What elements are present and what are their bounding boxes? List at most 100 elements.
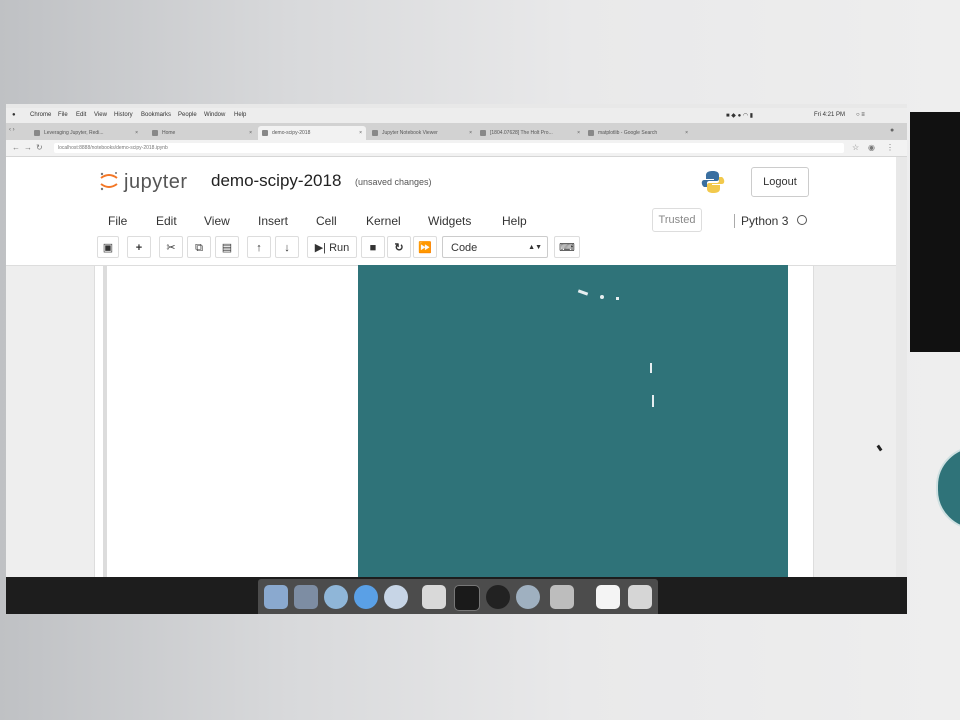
menu-kernel[interactable]: Kernel	[366, 214, 401, 228]
document-icon[interactable]	[596, 585, 620, 609]
tab-favicon-icon	[34, 130, 40, 136]
cell-type-value: Code	[451, 242, 478, 254]
trusted-badge[interactable]: Trusted	[652, 208, 702, 232]
browser-tab-active[interactable]: demo-scipy-2018 ×	[258, 126, 366, 140]
restart-icon: ↻	[394, 242, 404, 254]
move-up-button[interactable]: ↑	[247, 236, 271, 258]
browser-tab[interactable]: matplotlib - Google Search ×	[584, 126, 692, 140]
kernel-name: Python 3	[734, 214, 788, 228]
python-logo-icon	[701, 171, 725, 193]
close-icon[interactable]: ×	[469, 126, 472, 140]
menubar-item[interactable]: Edit	[76, 112, 86, 118]
spotlight-icon[interactable]: ○ ≡	[856, 112, 865, 118]
plot-mark	[652, 395, 654, 407]
menubar-item[interactable]: View	[94, 112, 107, 118]
finder-icon[interactable]	[264, 585, 288, 609]
close-icon[interactable]: ×	[359, 126, 362, 140]
browser-menu-icon[interactable]: ⋮	[886, 143, 894, 152]
keyboard-icon: ⌨	[559, 242, 575, 254]
cell-type-select[interactable]: Code ▲▼	[442, 236, 548, 258]
notebook-title[interactable]: demo-scipy-2018	[211, 171, 341, 191]
tab-favicon-icon	[372, 130, 378, 136]
jupyter-wordmark[interactable]: jupyter	[124, 171, 188, 194]
spotify-icon[interactable]	[486, 585, 510, 609]
close-icon[interactable]: ×	[249, 126, 252, 140]
trash-icon[interactable]	[628, 585, 652, 609]
mac-menubar: ● Chrome File Edit View History Bookmark…	[6, 108, 907, 123]
save-button[interactable]: ▣	[97, 236, 119, 258]
menubar-item[interactable]: File	[58, 112, 68, 118]
run-button[interactable]: ▶| Run	[307, 236, 357, 258]
paste-icon: ▤	[221, 242, 233, 254]
reload-icon[interactable]: ↻	[36, 143, 43, 152]
menu-file[interactable]: File	[108, 214, 127, 228]
launchpad-icon[interactable]	[294, 585, 318, 609]
extension-icon[interactable]: ◉	[868, 143, 875, 152]
command-palette-button[interactable]: ⌨	[554, 236, 580, 258]
browser-tab[interactable]: [1804.07628] The Holt Pro... ×	[476, 126, 584, 140]
browser-tab[interactable]: Leveraging Jupyter, Redi... ×	[30, 126, 142, 140]
logout-button[interactable]: Logout	[751, 167, 809, 197]
profile-icon[interactable]: ●	[890, 127, 894, 134]
insert-cell-button[interactable]: +	[127, 236, 151, 258]
url-field[interactable]: localhost:8888/notebooks/demo-scipy-2018…	[54, 143, 844, 153]
menu-insert[interactable]: Insert	[258, 214, 288, 228]
bookmark-star-icon[interactable]: ☆	[852, 143, 859, 152]
compass-icon[interactable]	[384, 585, 408, 609]
apple-icon[interactable]: ●	[12, 112, 16, 118]
browser-tab-bar: ‹ › Leveraging Jupyter, Redi... × Home × d…	[6, 123, 907, 140]
move-down-icon: ↓	[284, 242, 290, 254]
run-label: Run	[329, 242, 350, 254]
close-icon[interactable]: ×	[577, 126, 580, 140]
menubar-item[interactable]: People	[178, 112, 197, 118]
close-icon[interactable]: ×	[685, 126, 688, 140]
menu-widgets[interactable]: Widgets	[428, 214, 471, 228]
tab-favicon-icon	[588, 130, 594, 136]
cell-output-plot[interactable]	[358, 265, 788, 577]
menu-cell[interactable]: Cell	[316, 214, 337, 228]
menubar-item[interactable]: Help	[234, 112, 246, 118]
tab-favicon-icon	[262, 130, 268, 136]
move-up-icon: ↑	[256, 242, 262, 254]
menubar-item[interactable]: History	[114, 112, 133, 118]
browser-tab[interactable]: Home ×	[148, 126, 256, 140]
cut-cell-button[interactable]: ✂	[159, 236, 183, 258]
app-icon[interactable]	[516, 585, 540, 609]
dock-shelf	[258, 579, 658, 614]
tab-label: Jupyter Notebook Viewer	[382, 130, 438, 136]
menu-edit[interactable]: Edit	[156, 214, 177, 228]
back-icon[interactable]: ←	[12, 143, 20, 152]
move-down-button[interactable]: ↓	[275, 236, 299, 258]
copy-cell-button[interactable]: ⧉	[187, 236, 211, 258]
restart-button[interactable]: ↻	[387, 236, 411, 258]
app-store-icon[interactable]	[354, 585, 378, 609]
mac-dock	[6, 577, 907, 614]
close-icon[interactable]: ×	[135, 126, 138, 140]
jupyter-logo-icon	[100, 172, 118, 191]
menu-help[interactable]: Help	[502, 214, 527, 228]
forward-icon[interactable]: →	[24, 143, 32, 152]
run-icon: ▶|	[314, 242, 327, 254]
run-all-button[interactable]: ⏩	[413, 236, 437, 258]
terminal-icon[interactable]	[454, 585, 480, 611]
interrupt-button[interactable]: ■	[361, 236, 385, 258]
jupyter-page: jupyter demo-scipy-2018 (unsaved changes…	[6, 157, 896, 578]
paste-cell-button[interactable]: ▤	[215, 236, 239, 258]
tab-label: matplotlib - Google Search	[598, 130, 658, 136]
menubar-item[interactable]: Window	[204, 112, 225, 118]
menubar-clock: Fri 4:21 PM	[814, 112, 846, 118]
menubar-item[interactable]: Chrome	[30, 112, 51, 118]
kernel-idle-icon	[797, 215, 807, 225]
tab-nav-icons: ‹ ›	[9, 127, 15, 133]
plot-mark	[600, 295, 604, 299]
safari-icon[interactable]	[324, 585, 348, 609]
plot-mark	[616, 297, 619, 300]
add-cell-icon: +	[135, 242, 143, 254]
browser-tab[interactable]: Jupyter Notebook Viewer ×	[368, 126, 476, 140]
sublime-icon[interactable]	[550, 585, 574, 609]
status-icons: ■ ◆ ● ◠ ▮	[726, 113, 754, 119]
background-app-icon	[936, 446, 960, 530]
menu-view[interactable]: View	[204, 214, 230, 228]
menubar-item[interactable]: Bookmarks	[141, 112, 171, 118]
disk-icon[interactable]	[422, 585, 446, 609]
